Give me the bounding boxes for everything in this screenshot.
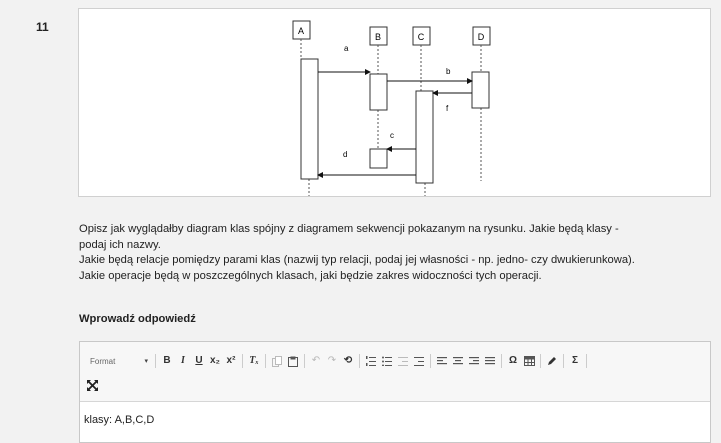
activation-d <box>471 71 490 109</box>
toolbar-row-1: Format ▾ B I U x₂ x² Tₓ ↶ ↷ ⟲ Ω Σ <box>80 351 590 371</box>
outdent-icon[interactable] <box>396 352 410 370</box>
message-b-label: b <box>446 67 451 76</box>
svg-text:C: C <box>418 32 425 42</box>
format-dropdown-label: Format <box>90 356 116 366</box>
numbered-list-icon[interactable] <box>364 352 378 370</box>
format-dropdown[interactable]: Format ▾ <box>80 352 152 370</box>
activation-b2 <box>369 148 388 169</box>
superscript-button[interactable]: x² <box>224 352 238 370</box>
sigma-icon[interactable]: Σ <box>568 352 582 370</box>
toolbar-separator <box>563 354 564 368</box>
table-icon[interactable] <box>522 352 536 370</box>
prompt-line: podaj ich nazwy. <box>79 238 161 251</box>
toolbar-separator <box>501 354 502 368</box>
message-a-label: a <box>344 44 349 53</box>
editor-toolbar: Format ▾ B I U x₂ x² Tₓ ↶ ↷ ⟲ Ω Σ <box>80 342 710 402</box>
copy-icon[interactable] <box>270 352 284 370</box>
message-f-label: f <box>446 104 449 113</box>
toolbar-separator <box>155 354 156 368</box>
align-center-icon[interactable] <box>451 352 465 370</box>
toolbar-separator <box>430 354 431 368</box>
toolbar-separator <box>265 354 266 368</box>
answer-label: Wprowadź odpowiedź <box>79 313 196 325</box>
message-c-label: c <box>390 131 394 140</box>
editor-content[interactable]: klasy: A,B,C,D <box>84 414 154 426</box>
toolbar-separator <box>304 354 305 368</box>
align-justify-icon[interactable] <box>483 352 497 370</box>
redo-icon[interactable]: ↷ <box>325 352 339 370</box>
bulleted-list-icon[interactable] <box>380 352 394 370</box>
undo-icon[interactable]: ↶ <box>309 352 323 370</box>
prompt-line: Jakie operacje będą w poszczególnych kla… <box>79 269 542 282</box>
align-left-icon[interactable] <box>435 352 449 370</box>
subscript-button[interactable]: x₂ <box>208 352 222 370</box>
toolbar-row-2 <box>84 375 100 395</box>
message-d-label: d <box>343 150 347 159</box>
prompt-line: Jakie będą relacje pomiędzy parami klas … <box>79 254 635 267</box>
toolbar-separator <box>540 354 541 368</box>
remove-format-button[interactable]: Tₓ <box>247 352 261 370</box>
question-number: 11 <box>36 20 49 34</box>
sequence-diagram-figure: A B C D a b f c d <box>78 8 711 197</box>
chevron-down-icon: ▾ <box>144 358 148 365</box>
bold-button[interactable]: B <box>160 352 174 370</box>
toolbar-separator <box>586 354 587 368</box>
prompt-line: Opisz jak wyglądałby diagram klas spójny… <box>79 223 619 235</box>
activation-b1 <box>369 73 388 111</box>
history-icon[interactable]: ⟲ <box>341 352 355 370</box>
align-right-icon[interactable] <box>467 352 481 370</box>
indent-icon[interactable] <box>412 352 426 370</box>
sequence-diagram: A B C D a b f c d <box>292 20 491 196</box>
svg-text:D: D <box>478 32 485 42</box>
toolbar-separator <box>359 354 360 368</box>
maximize-icon[interactable] <box>85 376 99 394</box>
pencil-icon[interactable] <box>545 352 559 370</box>
toolbar-separator <box>242 354 243 368</box>
activation-c <box>415 90 434 184</box>
question-prompt: Opisz jak wyglądałby diagram klas spójny… <box>79 222 709 284</box>
special-character-icon[interactable]: Ω <box>506 352 520 370</box>
svg-text:A: A <box>298 26 304 36</box>
activation-a <box>300 58 319 180</box>
svg-text:B: B <box>375 32 381 42</box>
paste-icon[interactable] <box>286 352 300 370</box>
underline-button[interactable]: U <box>192 352 206 370</box>
italic-button[interactable]: I <box>176 352 190 370</box>
